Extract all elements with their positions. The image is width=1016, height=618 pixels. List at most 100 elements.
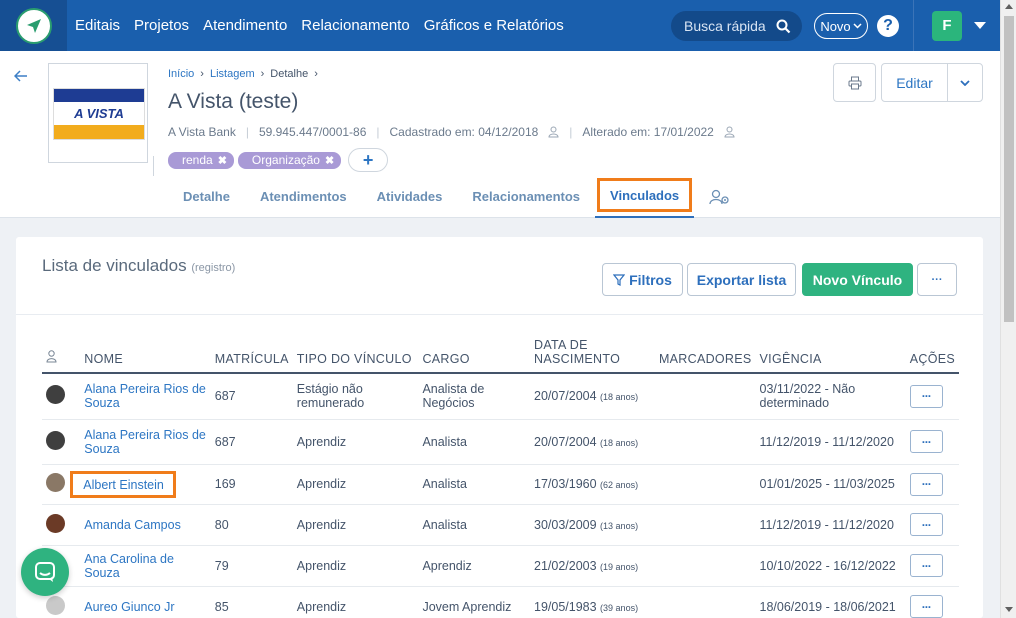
- column-header-user: [42, 333, 81, 374]
- breadcrumb-listagem[interactable]: Listagem: [210, 68, 255, 80]
- add-tag-button[interactable]: +: [348, 148, 389, 172]
- edit-button[interactable]: Editar: [882, 64, 948, 101]
- tab-detalhe[interactable]: Detalhe: [168, 175, 245, 218]
- age: (18 anos): [600, 392, 639, 403]
- user-icon: [724, 126, 735, 138]
- row-actions-button[interactable]: ···: [909, 384, 943, 408]
- marcadores-cell: [654, 504, 756, 546]
- edit-dropdown-button[interactable]: [948, 64, 982, 101]
- vigencia-cell: 03/11/2022 - Não determinado: [755, 373, 906, 420]
- help-icon[interactable]: ?: [877, 15, 899, 37]
- close-icon[interactable]: ✖: [325, 154, 334, 167]
- person-name-link[interactable]: Alana Pereira Rios de Souza: [84, 382, 206, 410]
- printer-icon: [848, 76, 861, 89]
- highlight-box: [597, 178, 693, 212]
- page-scrollbar[interactable]: [1000, 0, 1016, 618]
- list-title-text: Lista de vinculados: [42, 256, 187, 275]
- person-name-link[interactable]: Alana Pereira Rios de Souza: [84, 428, 206, 456]
- scroll-down-arrow-icon[interactable]: [1005, 607, 1013, 612]
- nav-item-projetos[interactable]: Projetos: [134, 17, 189, 34]
- cargo-cell: Aprendiz: [418, 545, 530, 587]
- close-icon[interactable]: ✖: [218, 154, 227, 167]
- highlight-box: Albert Einstein: [70, 470, 176, 498]
- cargo-cell: Analista: [418, 504, 530, 546]
- column-header-tipo[interactable]: TIPO DO VÍNCULO: [292, 333, 419, 374]
- table-row[interactable]: Albert Einstein 169 Aprendiz Analista 17/03/…: [42, 464, 959, 505]
- linked-table: NOME MATRÍCULA TIPO DO VÍNCULO CARGO DAT…: [42, 333, 959, 618]
- nav-item-editais[interactable]: Editais: [75, 17, 120, 34]
- person-name-link[interactable]: Aureo Giunco Jr: [84, 600, 174, 614]
- divider: [16, 314, 983, 315]
- scroll-thumb[interactable]: [1004, 16, 1014, 322]
- nascimento-cell: 20/07/2004 (18 anos): [530, 373, 655, 420]
- tipo-cell: Estágio não remunerado: [292, 373, 419, 420]
- marcadores-cell: [654, 419, 756, 465]
- table-row[interactable]: Amanda Campos 80 Aprendiz Analista 30/03/200…: [42, 504, 959, 546]
- back-arrow-icon[interactable]: [13, 66, 28, 87]
- novo-dropdown-button[interactable]: Novo: [814, 13, 868, 39]
- chevron-right-icon: ›: [314, 68, 318, 80]
- column-header-cargo[interactable]: CARGO: [418, 333, 530, 374]
- chat-widget-button[interactable]: [21, 548, 69, 596]
- nascimento-cell: 21/02/2003 (19 anos): [530, 545, 655, 587]
- scroll-up-arrow-icon[interactable]: [1005, 4, 1013, 9]
- user-settings-icon[interactable]: [694, 175, 746, 218]
- nav-item-graficos[interactable]: Gráficos e Relatórios: [424, 17, 564, 34]
- chevron-down-icon: [853, 23, 862, 29]
- updated-date: Alterado em: 17/01/2022: [582, 125, 714, 139]
- table-row[interactable]: Alana Pereira Rios de Souza 687 Estágio nã…: [42, 373, 959, 420]
- breadcrumb-inicio[interactable]: Início: [168, 68, 194, 80]
- avatar: [46, 595, 65, 615]
- caret-down-icon: [974, 22, 986, 29]
- column-header-marcadores[interactable]: MARCADORES: [654, 333, 756, 374]
- avatar: [46, 430, 65, 450]
- export-list-button[interactable]: Exportar lista: [687, 263, 796, 296]
- birth-date: 30/03/2009: [534, 517, 597, 532]
- birth-date: 20/07/2004: [534, 389, 597, 404]
- user-icon: [548, 126, 559, 138]
- filter-icon: [613, 273, 626, 286]
- more-options-button[interactable]: ···: [917, 263, 957, 296]
- person-name-link[interactable]: Amanda Campos: [84, 518, 181, 532]
- row-actions-button[interactable]: ···: [909, 430, 943, 453]
- table-row[interactable]: Ana Carolina de Souza 79 Aprendiz Aprendiz 2…: [42, 545, 959, 587]
- column-header-nome[interactable]: NOME: [80, 333, 211, 374]
- matricula-cell: 687: [210, 419, 293, 465]
- row-actions-button[interactable]: ···: [909, 554, 943, 577]
- cargo-cell: Analista: [418, 419, 530, 465]
- nav-item-atendimento[interactable]: Atendimento: [203, 17, 287, 34]
- marcadores-cell: [654, 545, 756, 587]
- table-row[interactable]: Aureo Giunco Jr 85 Aprendiz Jovem Aprendiz 1…: [42, 586, 959, 618]
- app-logo[interactable]: [0, 0, 67, 51]
- tipo-cell: Aprendiz: [292, 586, 419, 618]
- cargo-cell: Analista de Negócios: [418, 373, 530, 420]
- row-actions-button[interactable]: ···: [909, 472, 943, 496]
- birth-date: 17/03/1960: [534, 477, 597, 491]
- breadcrumb-detalhe: Detalhe: [270, 68, 309, 80]
- row-actions-button[interactable]: ···: [909, 595, 943, 618]
- nav-item-relacionamento[interactable]: Relacionamento: [301, 17, 409, 34]
- filters-button[interactable]: Filtros: [602, 263, 683, 296]
- tab-atividades[interactable]: Atividades: [362, 175, 458, 218]
- print-button[interactable]: [833, 63, 876, 102]
- row-actions-button[interactable]: ···: [909, 513, 943, 536]
- column-header-vigencia[interactable]: VIGÊNCIA: [755, 333, 906, 374]
- quick-search-input[interactable]: Busca rápida: [671, 11, 802, 41]
- tab-atendimentos[interactable]: Atendimentos: [245, 175, 362, 218]
- divider: [153, 156, 154, 176]
- tag-organizacao[interactable]: Organização ✖: [237, 151, 342, 169]
- column-header-nascimento[interactable]: DATA DE NASCIMENTO: [530, 333, 655, 374]
- person-name-link[interactable]: Ana Carolina de Souza: [84, 552, 174, 580]
- column-header-matricula[interactable]: MATRÍCULA: [210, 333, 293, 374]
- new-link-button[interactable]: Novo Vínculo: [802, 263, 913, 296]
- breadcrumb: Início › Listagem › Detalhe ›: [168, 68, 318, 80]
- birth-date: 20/07/2004: [534, 434, 597, 449]
- user-menu[interactable]: F: [913, 0, 1000, 51]
- person-name-link[interactable]: Albert Einstein: [83, 478, 164, 492]
- linked-list-card: Lista de vinculados (registro) Filtros E…: [16, 237, 983, 618]
- nascimento-cell: 19/05/1983 (39 anos): [530, 586, 655, 618]
- table-row[interactable]: Alana Pereira Rios de Souza 687 Aprendiz An…: [42, 419, 959, 465]
- tag-renda[interactable]: renda ✖: [168, 151, 234, 169]
- tab-relacionamentos[interactable]: Relacionamentos: [457, 175, 595, 218]
- tab-vinculados[interactable]: Vinculados: [595, 175, 695, 218]
